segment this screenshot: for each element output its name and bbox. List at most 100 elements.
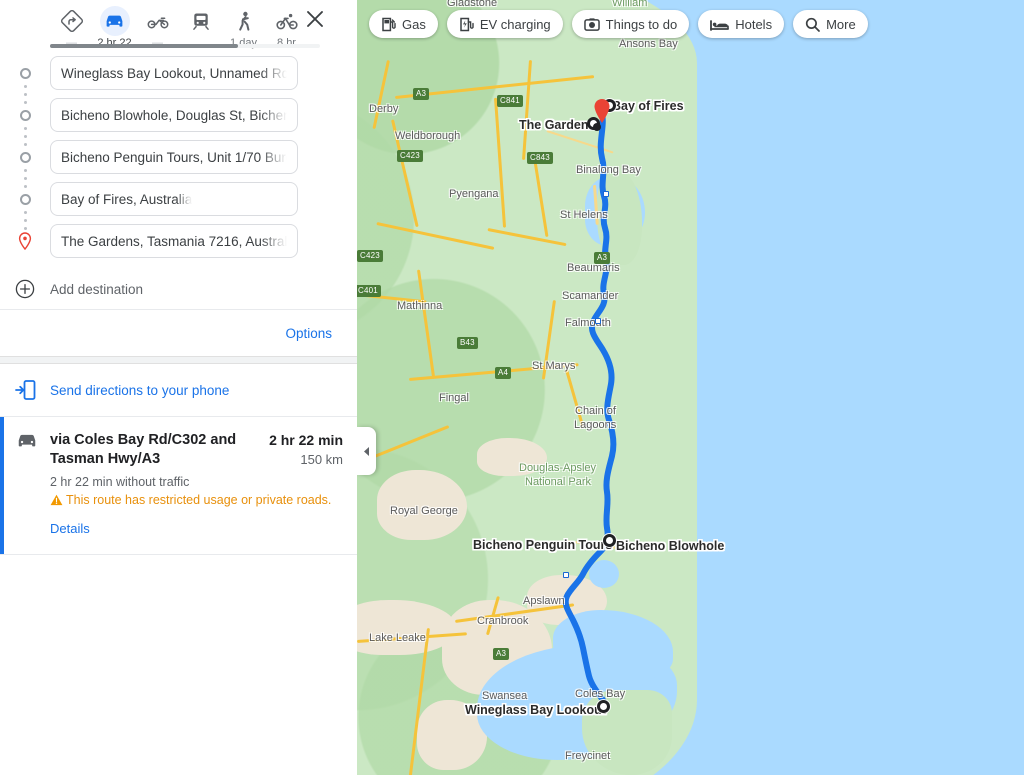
map-label: William [612, 0, 648, 9]
map-waypoint-dot [603, 191, 609, 197]
map-poi-label[interactable]: The Gardens [519, 118, 595, 132]
chip-label: Gas [402, 16, 426, 32]
road-shield: A3 [413, 88, 430, 100]
route-details-body: via Coles Bay Rd/C302 and Tasman Hwy/A3 … [50, 431, 357, 536]
section-gap [0, 356, 357, 364]
map-label: Binalong Bay [576, 164, 641, 176]
car-icon [18, 434, 36, 447]
map-label: Scamander [562, 290, 619, 302]
map-waypoint-dot [595, 318, 601, 324]
road-shield: B43 [457, 337, 478, 349]
route-duration: 2 hr 22 min [269, 432, 343, 448]
travel-mode-motorcycle[interactable]: — [136, 0, 179, 49]
route-warning-text: This route has restricted usage or priva… [66, 493, 332, 507]
waypoint-row-2: Bicheno Penguin Tours, Unit 1/70 Burges [0, 139, 357, 175]
circle-icon [19, 151, 31, 163]
route-polyline [562, 109, 617, 711]
train-icon [192, 13, 209, 30]
route-warning: This route has restricted usage or priva… [50, 492, 343, 509]
map-poi-label[interactable]: Bicheno Blowhole [616, 539, 724, 553]
waypoint-input-0[interactable]: Wineglass Bay Lookout, Unnamed Rd,, Fr [50, 56, 298, 90]
chip-ev-charging[interactable]: EV charging [446, 10, 563, 38]
close-icon [307, 11, 323, 27]
close-directions-button[interactable] [295, 0, 335, 28]
camera-icon [583, 17, 600, 31]
map-label: St Marys [532, 360, 576, 372]
chip-gas[interactable]: Gas [369, 10, 438, 38]
route-details-link[interactable]: Details [50, 521, 343, 536]
circle-icon [19, 67, 31, 79]
map-poi-label[interactable]: Bicheno Penguin Tours [473, 538, 612, 552]
chip-hotels[interactable]: Hotels [698, 10, 785, 38]
car-icon [106, 15, 123, 27]
map-label: Derby [369, 103, 399, 115]
waypoint-marker-slot [0, 151, 50, 163]
chip-things-to-do[interactable]: Things to do [571, 10, 690, 38]
map-label: Mathinna [397, 300, 443, 312]
travel-mode-best-route[interactable]: — [50, 0, 93, 49]
route-distance: 150 km [300, 452, 343, 467]
motorcycle-icon [147, 17, 168, 29]
map-label: Coles Bay [575, 688, 626, 700]
map-canvas[interactable]: Gladstone William National Park Ansons Bay D… [357, 0, 1024, 775]
route-name: via Coles Bay Rd/C302 and Tasman Hwy/A3 [50, 432, 237, 467]
map-label: Freycinet [565, 750, 611, 762]
send-to-phone-icon-slot [0, 379, 50, 401]
road-shield: A3 [493, 648, 510, 660]
road-shield: C423 [357, 250, 383, 262]
travel-mode-bar: — 2 hr 22 — 1 day 8 hr [0, 0, 357, 49]
plus-circle-icon [15, 279, 35, 299]
waypoint-row-3: Bay of Fires, Australia [0, 181, 357, 217]
map-label: Gladstone [447, 0, 498, 9]
chip-label: More [826, 16, 856, 32]
road-shield: A3 [594, 252, 611, 264]
send-to-phone-label[interactable]: Send directions to your phone [50, 383, 229, 398]
road-shield: C423 [397, 150, 423, 162]
route-header: via Coles Bay Rd/C302 and Tasman Hwy/A3 … [50, 431, 343, 469]
waypoint-input-3[interactable]: Bay of Fires, Australia [50, 182, 298, 216]
road-shield: C841 [497, 95, 523, 107]
waypoint-input-2[interactable]: Bicheno Penguin Tours, Unit 1/70 Burges [50, 140, 298, 174]
send-to-phone-icon [14, 380, 35, 400]
map-label: Weldborough [395, 130, 461, 142]
map-marker-wineglass-bay-lookout[interactable] [597, 700, 610, 713]
add-destination-button[interactable]: Add destination [0, 269, 357, 309]
waypoint-value: Bicheno Penguin Tours, Unit 1/70 Burges [61, 149, 287, 165]
waypoint-input-1[interactable]: Bicheno Blowhole, Douglas St, Bicheno T [50, 98, 298, 132]
map-label: Cranbrook [477, 615, 529, 627]
walking-icon-slot [229, 6, 259, 36]
map-label: Douglas-Apsley [519, 462, 597, 474]
travel-mode-walking[interactable]: 1 day [222, 0, 265, 49]
collapse-panel-button[interactable] [357, 427, 376, 475]
route-traffic-note: 2 hr 22 min without traffic [50, 475, 190, 489]
pin-icon [18, 232, 32, 250]
map-label: Apslawn [523, 595, 565, 607]
ev-charging-icon [460, 17, 474, 31]
chip-label: Hotels [735, 16, 773, 32]
waypoint-marker-slot [0, 109, 50, 121]
map-label: Falmouth [565, 317, 611, 329]
map-marker-bicheno[interactable] [603, 534, 616, 547]
waypoint-marker-slot [0, 232, 50, 250]
map-poi-label[interactable]: Bay of Fires [612, 99, 684, 113]
options-link[interactable]: Options [285, 326, 332, 341]
destination-pin-icon[interactable] [593, 98, 611, 124]
travel-mode-driving[interactable]: 2 hr 22 [93, 0, 136, 49]
map-label: Ansons Bay [619, 38, 678, 50]
chip-label: Things to do [605, 16, 678, 32]
send-to-phone-row[interactable]: Send directions to your phone [0, 364, 357, 416]
map-label: Fingal [439, 392, 469, 404]
map-label: Beaumaris [567, 262, 620, 274]
map-poi-label[interactable]: Wineglass Bay Lookout [465, 703, 606, 717]
chip-more[interactable]: More [793, 10, 868, 38]
waypoint-row-0: Wineglass Bay Lookout, Unnamed Rd,, Fr [0, 55, 357, 91]
map-label: Chain of [575, 405, 616, 417]
best-route-icon [60, 10, 83, 32]
circle-icon [19, 109, 31, 121]
waypoint-marker-slot [0, 193, 50, 205]
map-waypoint-dot [563, 572, 569, 578]
travel-mode-transit[interactable] [179, 0, 222, 36]
route-result-card[interactable]: via Coles Bay Rd/C302 and Tasman Hwy/A3 … [0, 417, 357, 554]
waypoint-input-4[interactable]: The Gardens, Tasmania 7216, Australia [50, 224, 298, 258]
options-row: Options [0, 310, 357, 356]
